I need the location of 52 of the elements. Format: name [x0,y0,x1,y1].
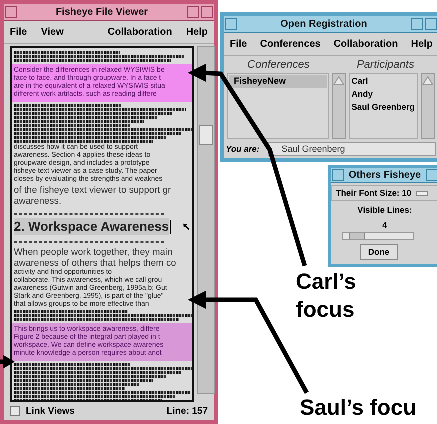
window-menu-button[interactable] [332,169,344,181]
minimize-button[interactable] [426,169,437,181]
text-cursor [170,220,171,234]
field-label: You are: [226,144,260,154]
menu-item[interactable]: Help [411,38,433,50]
menu-item[interactable]: File [10,26,28,38]
text-line: awareness. [14,196,63,207]
dropdown-button[interactable] [416,190,428,196]
done-button[interactable]: Done [360,244,398,260]
annotation-label: Saul’s focu [300,394,417,422]
list-item[interactable]: Carl [350,75,416,88]
slider-thumb[interactable] [349,233,365,239]
text-line: awareness of others that helps them co [14,258,178,268]
scrollbar[interactable] [332,73,346,139]
menu-item[interactable]: Collaboration [108,26,172,38]
name-field[interactable]: Saul Greenberg [268,142,436,156]
window-title: Open Registration [280,18,368,30]
minimize-button[interactable] [187,6,199,18]
maximize-button[interactable] [201,6,213,18]
arrow [0,355,15,369]
window-title: Others Fisheye [348,170,422,180]
checkbox[interactable] [10,406,20,416]
line-number-label: Line: 157 [166,406,208,416]
field-label: Visible Lines: [358,205,412,215]
minimize-button[interactable] [411,18,423,30]
column-heading: Conferences [248,59,310,71]
window-menu-button[interactable] [225,18,237,30]
menu-item[interactable]: File [230,38,248,50]
menu-item[interactable]: View [41,26,64,38]
window-title: Fisheye File Viewer [54,6,150,18]
list-item[interactable]: Saul Greenberg [350,101,416,114]
list-item[interactable]: Andy [350,88,416,101]
scrollbar[interactable] [197,46,215,394]
window-menu-button[interactable] [5,6,17,18]
menu-item[interactable]: Collaboration [334,38,398,50]
checkbox-label: Link Views [26,406,75,416]
scrollbar[interactable] [421,73,435,139]
menu-item[interactable]: Conferences [260,38,321,50]
menu-item[interactable]: Help [186,26,208,38]
up-arrow-icon[interactable] [332,76,345,86]
annotation-label: Carl’s focus [296,268,358,324]
scroll-thumb[interactable] [199,125,213,145]
slider-value: 4 [382,220,388,230]
font-size-label: Their Font Size: 10 [336,188,412,198]
up-arrow-icon[interactable] [422,76,434,86]
text-line: When people work together, they main [14,247,174,258]
column-heading: Participants [356,59,414,71]
list-item[interactable]: FisheyeNew [229,75,327,88]
text-line: of the fisheye text viewer to support gr [14,185,172,196]
maximize-button[interactable] [425,18,437,30]
section-heading: 2. Workspace Awareness [14,218,170,235]
slider-track[interactable] [342,232,414,240]
